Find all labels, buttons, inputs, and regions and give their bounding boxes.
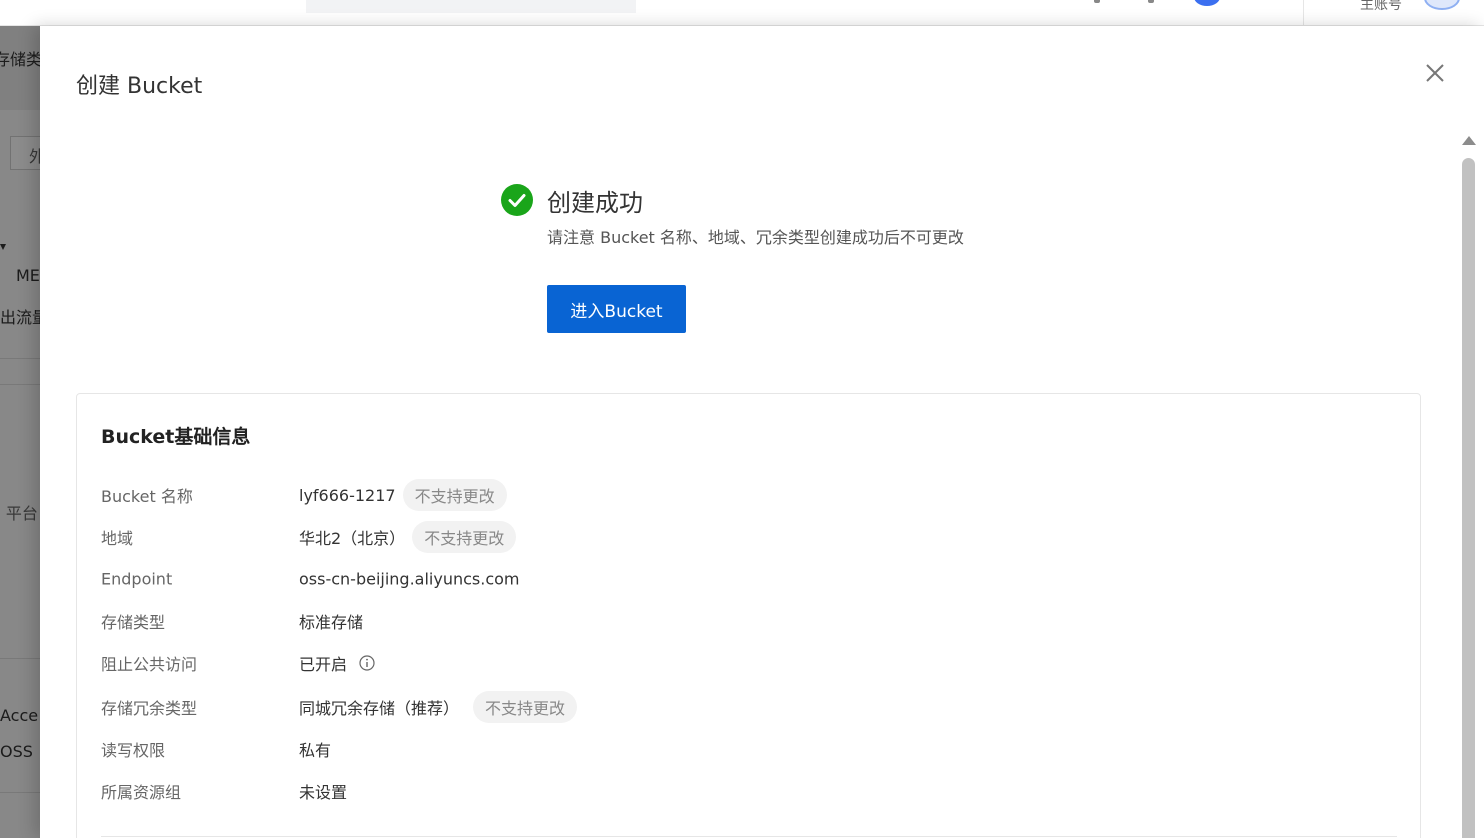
row-value: lyf666-1217: [299, 485, 396, 505]
immutable-tag: 不支持更改: [412, 521, 517, 553]
row-value: 已开启: [299, 655, 348, 674]
row-label: 所属资源组: [101, 783, 182, 802]
info-row-redundancy-type: 存储冗余类型 同城冗余存储（推荐） 不支持更改: [101, 689, 1381, 725]
top-navigation-bar: 主账号: [0, 0, 1484, 26]
row-value: 标准存储: [299, 613, 364, 632]
row-value: 同城冗余存储（推荐）: [299, 699, 460, 718]
row-value-group: oss-cn-beijing.aliyuncs.com: [299, 570, 520, 589]
scrollbar-thumb[interactable]: [1462, 158, 1475, 838]
create-bucket-drawer: 创建 Bucket 创建成功 请注意 Bucket 名称、地域、冗余类型创建成功…: [40, 26, 1484, 838]
card-title: Bucket基础信息: [101, 426, 251, 448]
account-type-label[interactable]: 主账号: [1360, 0, 1402, 14]
global-search-box[interactable]: [306, 0, 636, 13]
close-icon: [1426, 64, 1444, 82]
info-row-block-public-access: 阻止公共访问 已开启: [101, 645, 1381, 681]
row-value: 未设置: [299, 783, 348, 802]
card-divider: [101, 836, 1397, 837]
drawer-title: 创建 Bucket: [76, 74, 203, 99]
row-value-group: 已开启: [299, 651, 375, 675]
avatar[interactable]: [1424, 0, 1460, 10]
scroll-up-arrow-icon[interactable]: [1462, 136, 1476, 145]
row-value-group: 私有: [299, 737, 331, 761]
row-value-group: 同城冗余存储（推荐） 不支持更改: [299, 691, 578, 723]
row-label: 读写权限: [101, 741, 166, 760]
row-value: 华北2（北京）: [299, 529, 406, 548]
row-value: oss-cn-beijing.aliyuncs.com: [299, 569, 520, 589]
row-value-group: 华北2（北京） 不支持更改: [299, 521, 517, 553]
success-check-icon: [501, 184, 533, 216]
row-label: 存储类型: [101, 613, 166, 632]
row-label: 地域: [101, 529, 134, 548]
topbar-divider: [1303, 0, 1304, 26]
row-value: 私有: [299, 741, 332, 760]
info-row-bucket-name: Bucket 名称 lyf666-1217 不支持更改: [101, 477, 1381, 513]
bucket-basic-info-card: Bucket基础信息 Bucket 名称 lyf666-1217 不支持更改 地…: [76, 393, 1421, 838]
success-title: 创建成功: [547, 189, 643, 217]
info-row-acl: 读写权限 私有: [101, 731, 1381, 767]
info-icon[interactable]: [359, 655, 375, 671]
immutable-tag: 不支持更改: [473, 691, 578, 723]
info-row-endpoint: Endpoint oss-cn-beijing.aliyuncs.com: [101, 561, 1381, 597]
row-label: 阻止公共访问: [101, 655, 198, 674]
row-label: Endpoint: [101, 569, 173, 589]
row-value-group: lyf666-1217 不支持更改: [299, 479, 507, 511]
row-value-group: 标准存储: [299, 609, 363, 633]
immutable-tag: 不支持更改: [402, 479, 507, 511]
help-icon[interactable]: [1148, 0, 1154, 3]
modal-overlay[interactable]: [0, 26, 40, 838]
row-label: 存储冗余类型: [101, 699, 198, 718]
info-row-region: 地域 华北2（北京） 不支持更改: [101, 519, 1381, 555]
user-status-icon[interactable]: [1194, 0, 1220, 6]
success-description: 请注意 Bucket 名称、地域、冗余类型创建成功后不可更改: [547, 228, 964, 247]
close-button[interactable]: [1422, 60, 1448, 86]
info-row-storage-class: 存储类型 标准存储: [101, 603, 1381, 639]
enter-bucket-button[interactable]: 进入Bucket: [547, 285, 686, 333]
row-label: Bucket 名称: [101, 487, 193, 506]
notification-icon[interactable]: [1094, 0, 1100, 3]
row-value-group: 未设置: [299, 779, 347, 803]
info-row-resource-group: 所属资源组 未设置: [101, 773, 1381, 809]
